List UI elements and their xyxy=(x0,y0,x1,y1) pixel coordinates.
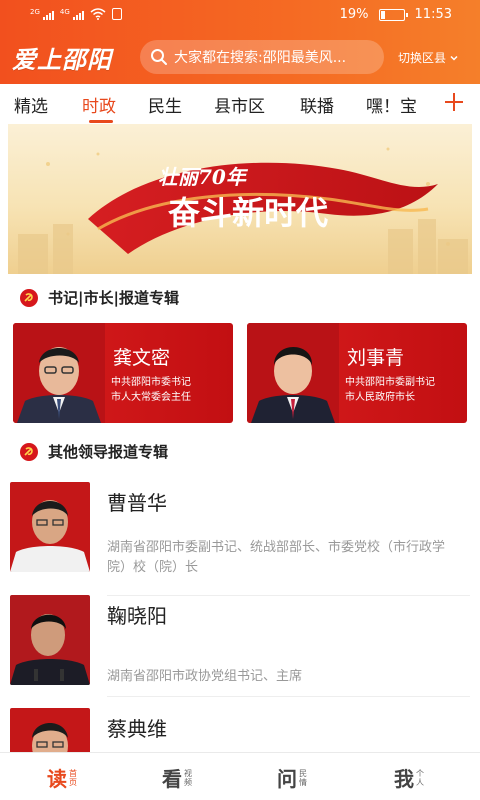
tab-minsheng[interactable]: 民生 xyxy=(148,92,182,117)
search-bar[interactable]: 大家都在搜索:邵阳最美风... xyxy=(140,40,384,74)
signal-icon: 2G xyxy=(30,8,54,20)
sim1-label: 2G xyxy=(30,8,40,16)
leader-name: 鞠晓阳 xyxy=(107,604,167,628)
app-logo[interactable]: 爱上邵阳 xyxy=(12,40,112,75)
party-emblem-icon xyxy=(20,288,38,307)
leader-name: 刘事青 xyxy=(347,347,405,369)
search-icon xyxy=(151,49,167,65)
leader-name: 龚文密 xyxy=(113,347,171,369)
active-tab-indicator xyxy=(89,120,113,123)
nav-read[interactable]: 读 首页 xyxy=(47,763,79,792)
leader-desc-line1: 中共邵阳市委副书记 xyxy=(345,377,435,388)
status-bar: 2G 4G 19% 11:53 xyxy=(0,0,480,32)
section-title-text: 其他领导报道专辑 xyxy=(48,443,169,461)
nav-watch-sublabel: 视频 xyxy=(184,768,192,787)
battery-percent: 19% xyxy=(339,7,369,22)
leader-name: 蔡典维 xyxy=(107,717,167,741)
leader-desc-line2: 市人民政府市长 xyxy=(345,392,415,403)
tab-heibao[interactable]: 嘿！宝 xyxy=(366,92,417,117)
banner-image[interactable]: 壮丽70年 奋斗新时代 xyxy=(8,124,472,274)
nav-ask-sublabel: 民情 xyxy=(299,768,307,787)
nav-read-label: 读 xyxy=(47,767,67,791)
banner-line2: 奋斗新时代 xyxy=(168,194,328,232)
section-title-leaders: 书记|市长|报道专辑 xyxy=(20,287,179,308)
banner-graphic: 壮丽70年 奋斗新时代 xyxy=(18,147,468,274)
divider xyxy=(107,696,470,697)
nav-me-label: 我 xyxy=(394,767,414,791)
leader-photo xyxy=(10,595,90,685)
clock: 11:53 xyxy=(414,7,452,22)
tab-jingxuan[interactable]: 精选 xyxy=(14,92,48,117)
list-item[interactable]: 曹普华 湖南省邵阳市委副书记、统战部部长、市委党校（市行政学院）校（院）长 xyxy=(10,482,470,596)
nav-ask-label: 问 xyxy=(277,767,297,791)
leader-photo xyxy=(247,323,339,423)
leader-desc: 中共邵阳市委书记 市人大常委会主任 xyxy=(111,375,191,405)
chevron-down-icon xyxy=(450,55,458,61)
section-title-text: 书记|市长|报道专辑 xyxy=(48,289,179,307)
leader-photo xyxy=(13,323,105,423)
leader-desc-line1: 中共邵阳市委书记 xyxy=(111,377,191,388)
nav-watch[interactable]: 看 视频 xyxy=(162,763,194,792)
leader-desc: 湖南省邵阳市政协党组书记、主席 xyxy=(107,669,303,684)
tab-lianbo[interactable]: 联播 xyxy=(300,92,334,117)
section-title-others: 其他领导报道专辑 xyxy=(20,441,168,462)
battery-icon xyxy=(378,8,408,21)
leader-desc: 湖南省邵阳市委副书记、统战部部长、市委党校（市行政学院）校（院）长 xyxy=(107,540,446,575)
tab-xianshiqu[interactable]: 县市区 xyxy=(214,92,265,117)
vibrate-icon xyxy=(111,8,122,20)
category-tabs: 精选 时政 民生 县市区 联播 嘿！宝 xyxy=(0,84,480,124)
sim2-label: 4G xyxy=(59,8,70,16)
switch-county-label: 切换区县 xyxy=(398,51,447,65)
nav-ask[interactable]: 问 民情 xyxy=(277,763,309,792)
nav-read-sublabel: 首页 xyxy=(69,768,77,787)
add-channel-icon[interactable] xyxy=(442,90,466,114)
leader-desc: 中共邵阳市委副书记 市人民政府市长 xyxy=(345,375,435,405)
nav-me[interactable]: 我 个人 xyxy=(394,763,426,792)
banner-line1: 壮丽70年 xyxy=(158,165,249,189)
tab-shizheng[interactable]: 时政 xyxy=(82,92,116,117)
leader-card[interactable]: 刘事青 中共邵阳市委副书记 市人民政府市长 xyxy=(247,323,467,423)
switch-county-button[interactable]: 切换区县 xyxy=(398,49,459,66)
leader-name: 曹普华 xyxy=(107,491,167,515)
nav-me-sublabel: 个人 xyxy=(416,768,424,787)
bottom-navigation: 读 首页 看 视频 问 民情 我 个人 xyxy=(0,752,480,800)
signal-icon: 4G xyxy=(60,8,84,20)
list-item[interactable]: 鞠晓阳 湖南省邵阳市政协党组书记、主席 xyxy=(10,595,470,705)
party-emblem-icon xyxy=(20,442,38,461)
leader-desc-line2: 市人大常委会主任 xyxy=(111,392,191,403)
leader-photo xyxy=(10,482,90,572)
search-placeholder: 大家都在搜索:邵阳最美风... xyxy=(174,50,347,66)
wifi-icon xyxy=(90,8,106,20)
leader-card[interactable]: 龚文密 中共邵阳市委书记 市人大常委会主任 xyxy=(13,323,233,423)
nav-watch-label: 看 xyxy=(162,767,182,791)
